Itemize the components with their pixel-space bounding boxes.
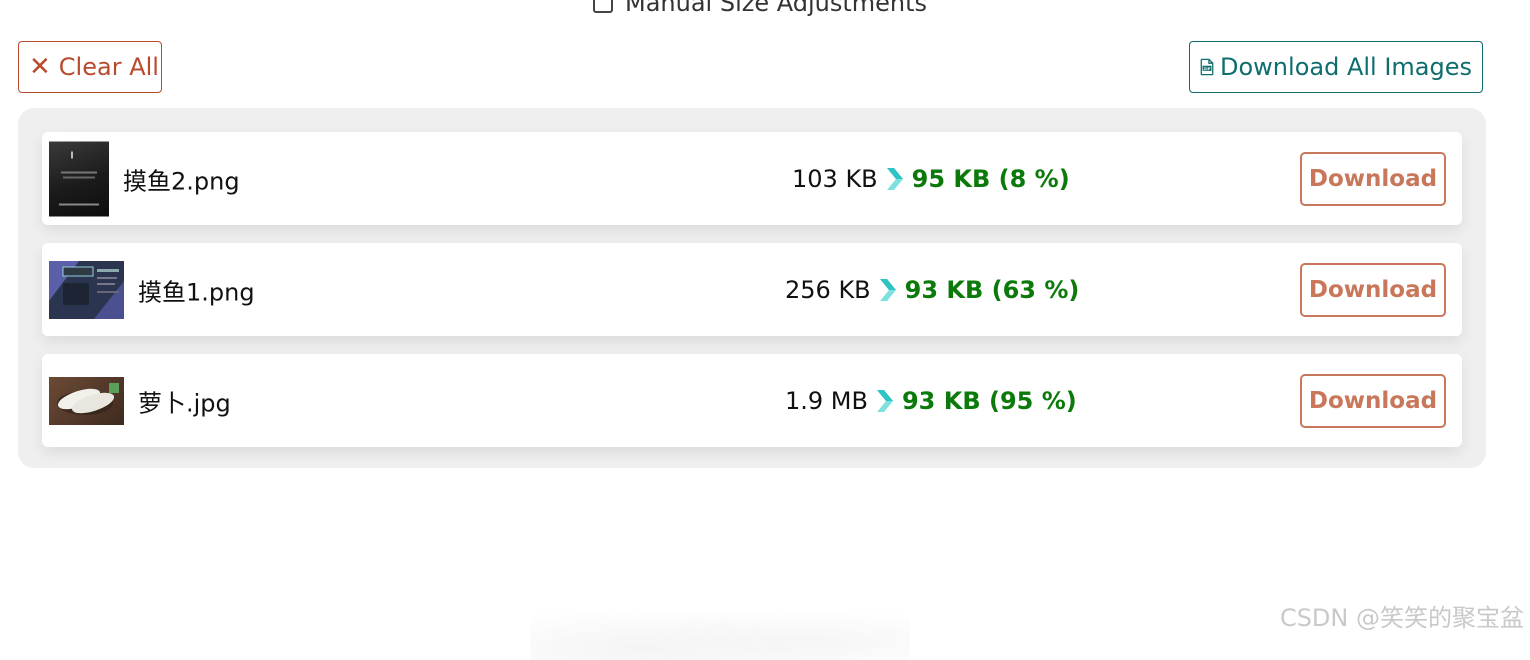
file-name: 摸鱼2.png — [123, 167, 240, 195]
manual-size-checkbox[interactable] — [593, 0, 613, 13]
chevron-right-icon — [879, 278, 896, 301]
close-icon: ✕ — [29, 52, 51, 82]
zip-file-icon: ZIP — [1200, 58, 1214, 76]
thumbnail-preview — [59, 151, 99, 205]
clear-all-label: Clear All — [58, 53, 159, 81]
original-size: 103 KB — [792, 164, 878, 193]
size-info: 1.9 MB 93 KB (95 %) — [785, 387, 1077, 415]
download-button[interactable]: Download — [1300, 373, 1446, 428]
size-info: 103 KB 95 KB (8 %) — [792, 165, 1070, 193]
manual-size-row: Manual Size Adjustments — [593, 0, 927, 18]
original-size: 1.9 MB — [785, 386, 868, 415]
chevron-right-icon — [886, 167, 903, 190]
list-item: 萝卜.jpg 1.9 MB 93 KB (95 %) Download — [42, 354, 1462, 447]
compressed-size: 93 KB (95 %) — [901, 386, 1077, 415]
watermark: CSDN @笑笑的聚宝盆 — [1279, 604, 1524, 632]
clear-all-button[interactable]: ✕ Clear All — [18, 41, 162, 93]
thumbnail-preview — [57, 382, 119, 415]
compressed-size: 93 KB (63 %) — [904, 275, 1080, 304]
chevron-right-icon — [876, 389, 893, 412]
original-size: 256 KB — [785, 275, 871, 304]
image-thumbnail — [49, 376, 124, 425]
download-button[interactable]: Download — [1300, 262, 1446, 317]
file-list-panel: 摸鱼2.png 103 KB 95 KB (8 %) Download 摸鱼1.… — [18, 108, 1486, 468]
thumbnail-preview — [49, 260, 124, 319]
compressed-size: 95 KB (8 %) — [911, 164, 1070, 193]
image-thumbnail — [49, 141, 109, 216]
list-item: 摸鱼1.png 256 KB 93 KB (63 %) Download — [42, 243, 1462, 336]
download-all-images-button[interactable]: ZIP Download All Images — [1189, 41, 1483, 93]
background-decoration — [530, 600, 910, 660]
image-thumbnail — [49, 260, 124, 319]
list-item: 摸鱼2.png 103 KB 95 KB (8 %) Download — [42, 132, 1462, 225]
svg-text:ZIP: ZIP — [1204, 66, 1211, 71]
download-all-label: Download All Images — [1220, 53, 1472, 81]
file-name: 摸鱼1.png — [138, 278, 255, 306]
size-info: 256 KB 93 KB (63 %) — [785, 276, 1079, 304]
manual-size-label: Manual Size Adjustments — [625, 0, 928, 17]
file-name: 萝卜.jpg — [138, 389, 231, 417]
download-button[interactable]: Download — [1300, 151, 1446, 206]
